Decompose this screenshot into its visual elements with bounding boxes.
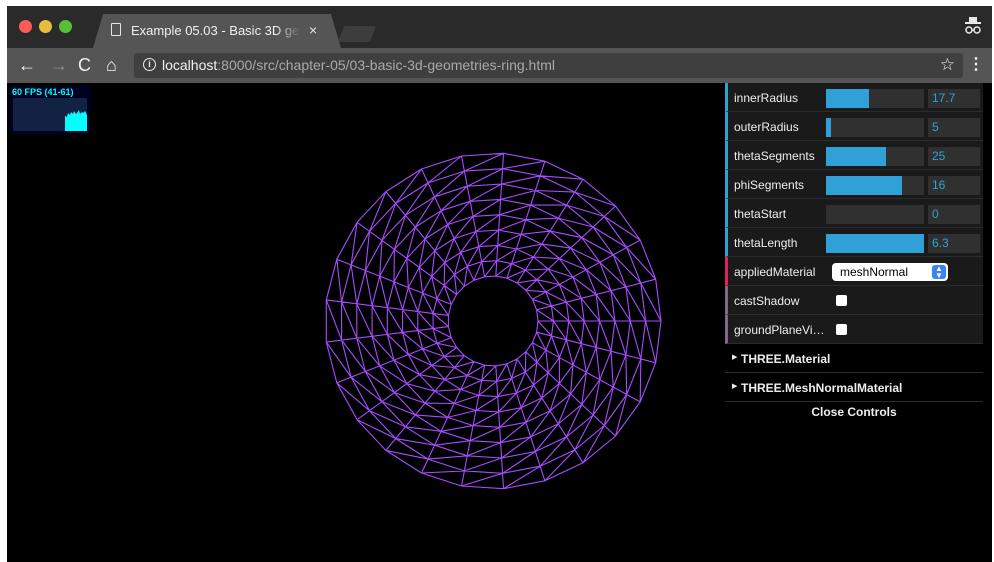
control-row-innerRadius: innerRadius 17.7	[725, 83, 983, 112]
control-label: outerRadius	[734, 120, 799, 134]
applied-material-select[interactable]: meshNormal ▲ ▼	[832, 263, 948, 281]
reload-icon[interactable]: C	[78, 54, 91, 76]
control-label: phiSegments	[734, 178, 805, 192]
control-label: thetaSegments	[734, 149, 815, 163]
forward-arrow-icon[interactable]: →	[50, 54, 68, 76]
control-value-input[interactable]: 6.3	[928, 234, 980, 253]
control-value-input[interactable]: 25	[928, 147, 980, 166]
slider-fill	[826, 147, 886, 166]
folder-arrow-icon: ▶	[732, 354, 738, 361]
control-row-thetaStart: thetaStart 0	[725, 199, 983, 228]
control-slider[interactable]	[826, 205, 924, 224]
cast-shadow-row: castShadow	[725, 286, 983, 315]
folder-mesh-normal-material[interactable]: ▶ THREE.MeshNormalMaterial	[725, 373, 983, 402]
cast-shadow-checkbox[interactable]	[836, 295, 847, 306]
star-icon[interactable]: ☆	[940, 55, 955, 75]
browser-toolbar: ← → C ⌂ i localhost:8000/src/chapter-05/…	[7, 48, 992, 83]
control-value-input[interactable]: 16	[928, 176, 980, 195]
tab-active[interactable]: Example 05.03 - Basic 3D geometries ×	[93, 14, 341, 48]
applied-material-row: appliedMaterial meshNormal ▲ ▼	[725, 257, 983, 286]
control-label: thetaStart	[734, 207, 787, 221]
info-icon[interactable]: i	[143, 58, 156, 71]
cast-shadow-label: castShadow	[734, 294, 800, 308]
url-text[interactable]: localhost:8000/src/chapter-05/03-basic-3…	[162, 57, 555, 73]
ground-plane-row: groundPlaneVi…	[725, 315, 983, 344]
close-window-button[interactable]	[19, 20, 32, 33]
slider-fill	[826, 118, 831, 137]
home-icon[interactable]: ⌂	[106, 54, 117, 76]
control-value-input[interactable]: 0	[928, 205, 980, 224]
browser-window: Example 05.03 - Basic 3D geometries × ← …	[7, 6, 992, 562]
folder-label: THREE.Material	[741, 352, 831, 366]
tab-title: Example 05.03 - Basic 3D geometries	[131, 23, 301, 38]
applied-material-value: meshNormal	[840, 265, 909, 279]
close-controls-button[interactable]: Close Controls	[725, 402, 983, 426]
folder-label: THREE.MeshNormalMaterial	[741, 381, 903, 395]
fps-label: 60 FPS (41-61)	[12, 87, 74, 97]
control-value-input[interactable]: 17.7	[928, 89, 980, 108]
folder-arrow-icon: ▶	[732, 383, 738, 390]
ground-plane-checkbox[interactable]	[836, 324, 847, 335]
maximize-window-button[interactable]	[59, 20, 72, 33]
control-label: thetaLength	[734, 236, 798, 250]
control-slider[interactable]	[826, 89, 924, 108]
slider-fill	[826, 234, 924, 253]
fps-stats-panel[interactable]: 60 FPS (41-61)	[10, 86, 90, 134]
slider-fill	[826, 89, 870, 108]
control-slider[interactable]	[826, 176, 924, 195]
control-row-thetaLength: thetaLength 6.3	[725, 228, 983, 257]
control-value-input[interactable]: 5	[928, 118, 980, 137]
url-path: :8000/src/chapter-05/03-basic-3d-geometr…	[217, 57, 555, 73]
fps-graph-bars	[65, 110, 87, 131]
fps-graph	[13, 98, 87, 131]
ring-wireframe-lines	[325, 152, 662, 490]
ground-plane-label: groundPlaneVi…	[734, 323, 825, 337]
menu-dots-icon[interactable]: ⋮	[968, 54, 984, 76]
control-row-outerRadius: outerRadius 5	[725, 112, 983, 141]
control-slider[interactable]	[826, 147, 924, 166]
dat-gui-panel: innerRadius 17.7 outerRadius 5 thetaSegments…	[725, 83, 983, 426]
control-slider[interactable]	[826, 118, 924, 137]
control-slider[interactable]	[826, 234, 924, 253]
slider-fill	[826, 176, 903, 195]
control-label: innerRadius	[734, 91, 799, 105]
incognito-icon	[965, 17, 981, 34]
tab-bar: Example 05.03 - Basic 3D geometries ×	[7, 6, 992, 48]
url-host: localhost	[162, 57, 218, 73]
ring-geometry-wireframe	[325, 152, 662, 490]
select-arrow-icon: ▲ ▼	[932, 265, 946, 280]
folder-three-material[interactable]: ▶ THREE.Material	[725, 344, 983, 373]
control-row-phiSegments: phiSegments 16	[725, 170, 983, 199]
page-icon	[111, 23, 121, 36]
applied-material-label: appliedMaterial	[734, 265, 816, 279]
back-arrow-icon[interactable]: ←	[18, 54, 36, 76]
control-row-thetaSegments: thetaSegments 25	[725, 141, 983, 170]
address-bar[interactable]: i localhost:8000/src/chapter-05/03-basic…	[134, 53, 963, 78]
new-tab-button[interactable]	[337, 26, 377, 42]
minimize-window-button[interactable]	[39, 20, 52, 33]
tab-close-button[interactable]: ×	[309, 22, 317, 38]
